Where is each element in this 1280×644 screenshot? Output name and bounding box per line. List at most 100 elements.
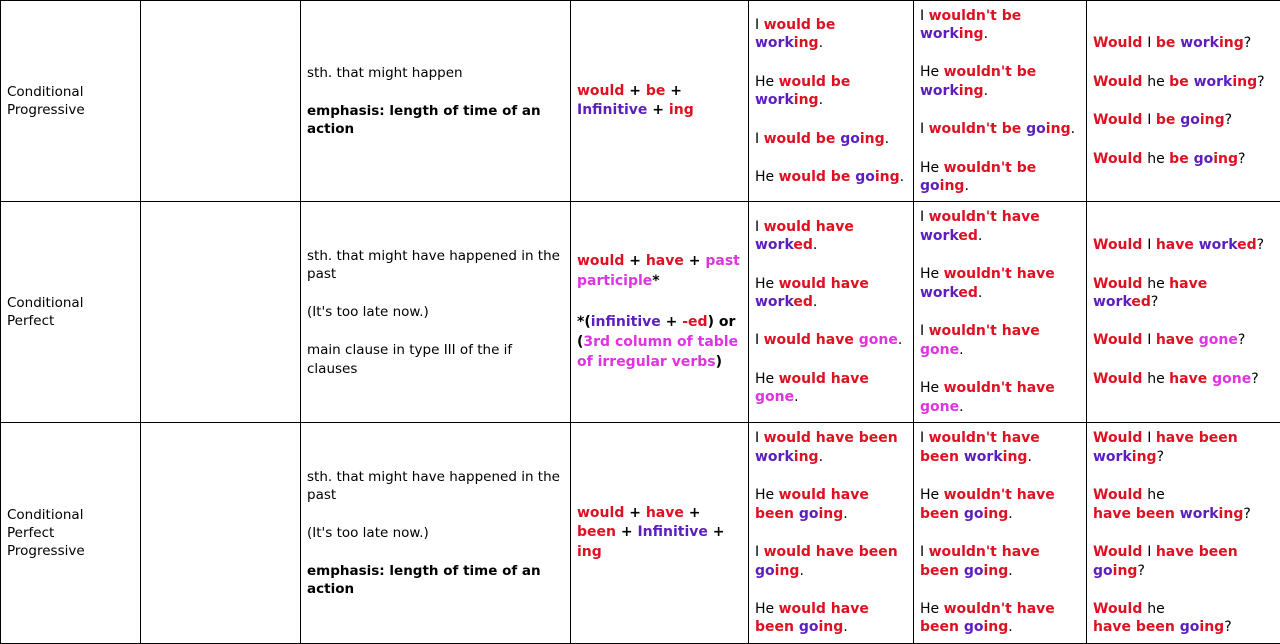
- token: work: [920, 284, 959, 301]
- token: +: [615, 524, 638, 541]
- token: ing: [1131, 448, 1157, 465]
- token: He: [755, 73, 779, 90]
- token: ing: [668, 102, 694, 119]
- token: work: [1193, 73, 1233, 90]
- token: have been: [1155, 430, 1238, 447]
- token: .: [843, 619, 848, 636]
- token: I: [755, 16, 764, 33]
- token: wouldn't be: [943, 159, 1037, 176]
- token: +: [665, 82, 682, 99]
- token: Would: [1093, 35, 1148, 52]
- token: ): [715, 353, 722, 370]
- token: would be: [763, 16, 836, 33]
- token: He: [920, 266, 944, 283]
- token: work: [1198, 237, 1238, 254]
- token: +: [624, 82, 646, 99]
- token: ?: [1256, 237, 1265, 254]
- token: work: [920, 82, 959, 99]
- token: ?: [1251, 370, 1259, 387]
- affirmative-examples: I would have worked. He would have worked…: [748, 201, 914, 424]
- example-sentence: Would he be working?: [1093, 73, 1274, 91]
- formula-footnote: *(infinitive + -ed) or (3rd column of ta…: [577, 313, 742, 372]
- token: go: [963, 619, 984, 636]
- question-examples: Would I be working? Would he be working? W…: [1086, 0, 1280, 203]
- token: work: [755, 92, 794, 109]
- tense-name: Conditional Progressive: [0, 0, 141, 203]
- token: Infinitive: [577, 102, 648, 119]
- example-sentence: He wouldn't have worked.: [920, 265, 1080, 302]
- token: go: [1180, 112, 1200, 129]
- token: +: [683, 504, 701, 521]
- token: ing: [1002, 448, 1028, 465]
- example-sentence: He wouldn't be working.: [920, 63, 1080, 100]
- token: have been: [1093, 619, 1180, 636]
- token: I: [1147, 544, 1156, 561]
- example-sentence: I wouldn't have worked.: [920, 208, 1080, 245]
- token: He: [755, 601, 779, 617]
- token: Would: [1093, 112, 1148, 129]
- token: He: [755, 487, 779, 504]
- token: he: [1147, 370, 1170, 387]
- token: I: [1147, 237, 1156, 254]
- token: gone: [1212, 370, 1252, 387]
- token: +: [624, 504, 646, 521]
- token: ing: [1218, 505, 1244, 522]
- question-examples: Would I have been working? Would he have …: [1086, 422, 1280, 644]
- formula-cell: would + have + been + Infinitive + ing: [570, 422, 749, 644]
- token: .: [1008, 505, 1013, 522]
- token: wouldn't have: [928, 323, 1040, 340]
- token: go: [1093, 562, 1113, 579]
- example-sentence: I would have gone.: [755, 331, 907, 349]
- token: work: [1180, 35, 1219, 52]
- tense-name: Conditional Perfect Progressive: [0, 422, 141, 644]
- example-sentence: Would he have been going?: [1093, 600, 1274, 637]
- token: ing: [1232, 73, 1258, 90]
- token: ing: [939, 178, 965, 195]
- token: I: [1147, 430, 1156, 447]
- token: ?: [1243, 505, 1251, 522]
- token: wouldn't have: [943, 266, 1055, 283]
- token: ) or: [707, 314, 736, 331]
- token: ing: [958, 25, 984, 42]
- token: Infinitive: [637, 524, 708, 541]
- usage-description: sth. that might have happened in the pas…: [300, 422, 571, 644]
- token: ing: [1199, 619, 1225, 636]
- token: gone: [920, 341, 960, 358]
- token: wouldn't be: [928, 121, 1027, 138]
- token: I: [755, 218, 764, 235]
- token: ?: [1238, 150, 1246, 167]
- token: wouldn't be: [928, 7, 1022, 24]
- empty-cell: [140, 422, 301, 644]
- token: He: [920, 64, 944, 81]
- token: .: [897, 332, 903, 349]
- token: would have been: [763, 544, 898, 561]
- example-sentence: Would I be working?: [1093, 34, 1274, 52]
- token: work: [755, 35, 794, 52]
- example-sentence: Would I be going?: [1093, 111, 1274, 129]
- token: .: [959, 341, 964, 358]
- token: +: [683, 253, 706, 270]
- example-sentence: I would be going.: [755, 130, 907, 148]
- usage-line: sth. that might happen: [307, 64, 463, 81]
- example-sentence: Would he have gone?: [1093, 370, 1274, 388]
- token: ing: [859, 130, 885, 147]
- example-sentence: He would have been going.: [755, 486, 907, 523]
- token: work: [920, 227, 959, 244]
- token: work: [755, 293, 794, 310]
- token: have been: [1093, 505, 1180, 522]
- token: Would: [1093, 370, 1148, 387]
- example-sentence: I wouldn't have been working.: [920, 429, 1080, 466]
- example-sentence: I would have been going.: [755, 543, 907, 580]
- token: go: [1179, 619, 1200, 636]
- example-sentence: Would I have been going?: [1093, 543, 1274, 580]
- token: .: [812, 293, 818, 310]
- token: .: [884, 130, 890, 147]
- question-examples: Would I have worked? Would he have worked…: [1086, 201, 1280, 424]
- token: ing: [1213, 150, 1238, 167]
- token: work: [963, 448, 1003, 465]
- token: I: [920, 544, 929, 561]
- token: go: [920, 178, 940, 195]
- token: work: [1093, 448, 1132, 465]
- token: ed: [793, 237, 813, 254]
- token: I: [920, 121, 929, 138]
